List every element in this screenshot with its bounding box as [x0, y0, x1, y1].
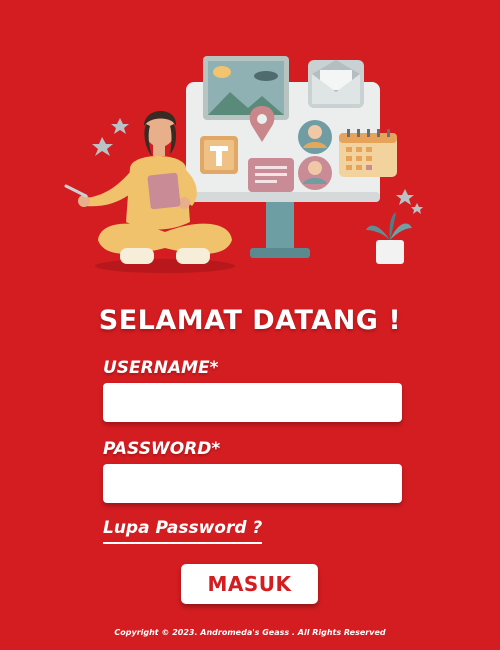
login-button[interactable]: MASUK — [181, 564, 318, 604]
password-input[interactable] — [103, 464, 402, 503]
page-title: SELAMAT DATANG ! — [98, 305, 402, 336]
document-icon — [248, 158, 294, 192]
text-icon — [200, 136, 238, 174]
plant-icon — [366, 212, 412, 264]
envelope-icon — [308, 60, 364, 108]
forgot-password-link[interactable]: Lupa Password ? — [103, 518, 263, 544]
username-label: USERNAME* — [103, 358, 219, 378]
password-label: PASSWORD* — [103, 439, 221, 459]
picture-icon — [203, 56, 289, 120]
hero-illustration — [64, 56, 423, 273]
username-input[interactable] — [103, 383, 402, 422]
calendar-icon — [339, 129, 397, 177]
copyright-text: Copyright © 2023. Andromeda's Geass . Al… — [114, 628, 386, 637]
